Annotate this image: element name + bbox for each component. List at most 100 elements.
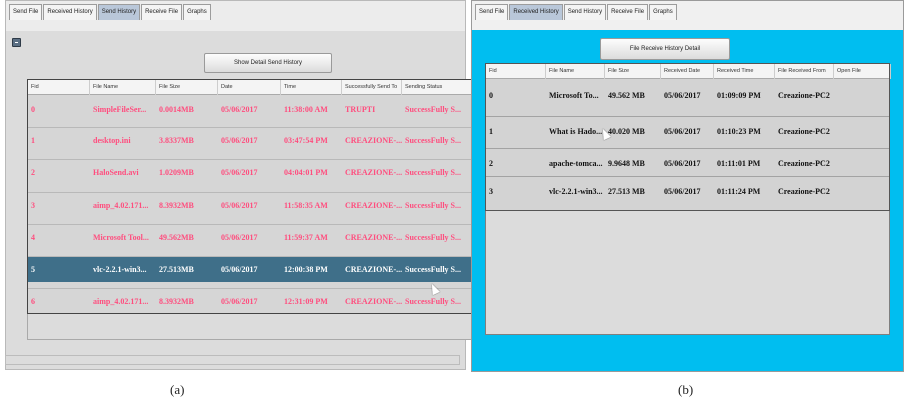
cell-received-time: 01:11:01 PM (717, 159, 761, 168)
tab-bar: Send File Received History Send History Rec… (6, 1, 465, 31)
table-row[interactable]: 0 Microsoft To... 49.562 MB 05/06/2017 01:09… (486, 81, 889, 111)
cell-sending-status: SuccessFully S... (405, 168, 462, 177)
cell-received-date: 05/06/2017 (664, 127, 701, 136)
cell-file-size: 49.562 MB (608, 91, 645, 100)
cell-file-name: aimp_4.02.171... (93, 201, 149, 210)
cell-date: 05/06/2017 (221, 136, 258, 145)
table-empty-area (485, 211, 890, 335)
column-header-sending-status[interactable]: Sending Status (402, 80, 474, 95)
received-history-table: Fid File Name File Size Received Date Receiv… (485, 63, 891, 211)
cell-file-size: 9.9648 MB (608, 159, 645, 168)
cell-date: 05/06/2017 (221, 105, 258, 114)
cell-file-name: desktop.ini (93, 136, 131, 145)
table-row[interactable]: 2 HaloSend.avi 1.0209MB 05/06/2017 04:04:01 … (28, 159, 472, 185)
column-header-fid[interactable]: Fid (28, 80, 90, 95)
cell-successfully-send-to: CREAZIONE-... (345, 265, 402, 274)
cell-file-received-from: Creazione-PC2 (778, 187, 830, 196)
table-row[interactable]: 3 vlc-2.2.1-win3... 27.513 MB 05/06/2017 01:… (486, 176, 889, 206)
cell-file-size: 3.8337MB (159, 136, 194, 145)
column-header-file-received-from[interactable]: File Received From (775, 64, 834, 79)
cell-time: 03:47:54 PM (284, 136, 328, 145)
column-header-file-name[interactable]: File Name (90, 80, 156, 95)
tab-send-file[interactable]: Send File (9, 4, 43, 20)
cell-sending-status: SuccessFully S... (405, 297, 462, 306)
cell-file-name: HaloSend.avi (93, 168, 139, 177)
tab-graphs[interactable]: Graphs (183, 4, 211, 20)
cell-file-size: 49.562MB (159, 233, 194, 242)
cell-received-time: 01:10:23 PM (717, 127, 761, 136)
cell-file-size: 8.3932MB (159, 201, 194, 210)
tab-received-history[interactable]: Received History (509, 4, 563, 20)
cell-fid: 3 (31, 201, 35, 210)
cell-file-name: vlc-2.2.1-win3... (549, 187, 603, 196)
table-row[interactable]: 1 What is Hado... 40.020 MB 05/06/2017 01:10… (486, 116, 889, 146)
cell-received-time: 01:11:24 PM (717, 187, 761, 196)
status-bar (5, 355, 460, 365)
column-header-date[interactable]: Date (218, 80, 281, 95)
column-header-fid[interactable]: Fid (486, 64, 546, 79)
cell-fid: 5 (31, 265, 35, 274)
cell-date: 05/06/2017 (221, 168, 258, 177)
cell-fid: 1 (31, 136, 35, 145)
table-row[interactable]: 2 apache-tomca... 9.9648 MB 05/06/2017 01:11… (486, 148, 889, 178)
tab-graphs[interactable]: Graphs (649, 4, 677, 20)
cell-file-size: 40.020 MB (608, 127, 645, 136)
cell-file-received-from: Creazione-PC2 (778, 127, 830, 136)
column-header-file-size[interactable]: File Size (605, 64, 661, 79)
show-detail-send-history-button[interactable]: Show Detail Send History (204, 53, 332, 73)
cell-sending-status: SuccessFully S... (405, 136, 462, 145)
tab-send-file[interactable]: Send File (475, 4, 509, 20)
table-row[interactable]: 1 desktop.ini 3.8337MB 05/06/2017 03:47:54 P… (28, 127, 472, 153)
cell-successfully-send-to: CREAZIONE-... (345, 297, 402, 306)
collapse-icon[interactable] (12, 38, 21, 47)
table-empty-area (27, 314, 473, 340)
column-header-file-size[interactable]: File Size (156, 80, 218, 95)
table-row[interactable]: 6 aimp_4.02.171... 8.3932MB 05/06/2017 12:31… (28, 288, 472, 314)
cell-successfully-send-to: CREAZIONE-... (345, 168, 402, 177)
tab-receive-file[interactable]: Receive File (607, 4, 649, 20)
cell-fid: 0 (31, 105, 35, 114)
tab-receive-file[interactable]: Receive File (141, 4, 183, 20)
send-history-table: Fid File Name File Size Date Time Successfull… (27, 79, 474, 314)
tab-send-history[interactable]: Send History (563, 4, 607, 20)
cell-time: 12:31:09 PM (284, 297, 328, 306)
table-row[interactable]: 3 aimp_4.02.171... 8.3932MB 05/06/2017 11:58… (28, 192, 472, 218)
table-row[interactable]: 0 SimpleFileSer... 0.0014MB 05/06/2017 11:38… (28, 97, 472, 123)
cell-time: 11:58:35 AM (284, 201, 328, 210)
column-header-successfully-send-to[interactable]: Successfully Send To (342, 80, 402, 95)
tab-bar: Send File Received History Send History Rec… (472, 1, 903, 30)
tab-send-history[interactable]: Send History (97, 4, 141, 20)
cell-file-name: Microsoft Tool... (93, 233, 149, 242)
cell-date: 05/06/2017 (221, 297, 258, 306)
cell-fid: 2 (31, 168, 35, 177)
cell-fid: 1 (489, 127, 493, 136)
column-header-received-date[interactable]: Received Date (661, 64, 714, 79)
cell-sending-status: SuccessFully S... (405, 105, 462, 114)
cell-successfully-send-to: CREAZIONE-... (345, 201, 402, 210)
cell-file-name: apache-tomca... (549, 159, 603, 168)
cell-file-name: aimp_4.02.171... (93, 297, 149, 306)
cell-file-size: 8.3932MB (159, 297, 194, 306)
file-receive-history-detail-button[interactable]: File Receive History Detail (600, 38, 730, 60)
cell-sending-status: SuccessFully S... (405, 201, 462, 210)
cell-successfully-send-to: TRUPTI (345, 105, 376, 114)
cell-fid: 2 (489, 159, 493, 168)
cell-sending-status: SuccessFully S... (405, 233, 462, 242)
cell-received-date: 05/06/2017 (664, 187, 701, 196)
table-row[interactable]: 5 vlc-2.2.1-win3... 27.513MB 05/06/2017 12:0… (28, 256, 472, 282)
table-header: Fid File Name File Size Received Date Receiv… (486, 64, 891, 79)
cell-date: 05/06/2017 (221, 265, 258, 274)
cell-time: 11:38:00 AM (284, 105, 328, 114)
cell-successfully-send-to: CREAZIONE-... (345, 233, 402, 242)
tab-received-history[interactable]: Received History (43, 4, 97, 20)
caption-a: (a) (170, 382, 185, 397)
caption-b: (b) (678, 382, 694, 397)
cell-file-size: 27.513 MB (608, 187, 645, 196)
table-row[interactable]: 4 Microsoft Tool... 49.562MB 05/06/2017 11:5… (28, 224, 472, 250)
column-header-open-file[interactable]: Open File (834, 64, 891, 79)
column-header-time[interactable]: Time (281, 80, 342, 95)
column-header-file-name[interactable]: File Name (546, 64, 605, 79)
cell-file-name: Microsoft To... (549, 91, 599, 100)
cell-file-name: vlc-2.2.1-win3... (93, 265, 147, 274)
column-header-received-time[interactable]: Received Time (714, 64, 775, 79)
